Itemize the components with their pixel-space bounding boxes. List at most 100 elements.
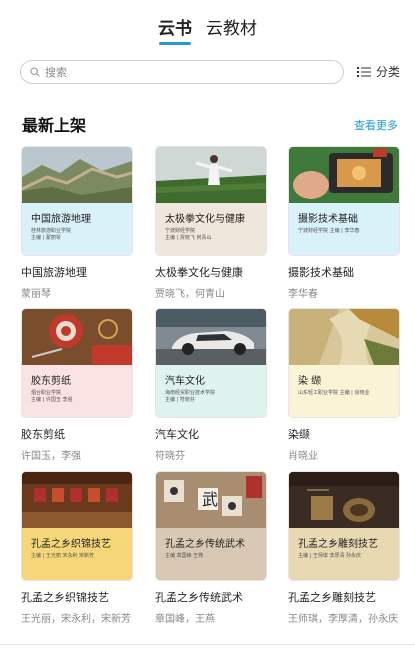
cover-title: 孔孟之乡传统武术 [165, 539, 245, 550]
top-tabs: 云书 云教材 [0, 12, 415, 46]
book-card[interactable]: 染 缬山东轻工职业学院 主编 | 肖晓业染缬肖晓业 [288, 308, 400, 462]
book-cover[interactable]: 胶东剪纸烟台职业学院 主编 | 许国玉 李强 [21, 308, 133, 418]
book-author: 李华春 [288, 289, 318, 300]
book-title[interactable]: 摄影技术基础 [288, 264, 400, 280]
book-author: 王师琪，李厚清，孙永庆 [288, 614, 398, 625]
cover-title-band: 孔孟之乡传统武术主编 章国峰 王燕 [156, 528, 266, 580]
cover-title: 汽车文化 [165, 376, 205, 387]
section-title: 最新上架 [22, 116, 87, 135]
tab-yunshu[interactable]: 云书 [158, 12, 192, 46]
book-cover[interactable]: 孔孟之乡织锦技艺主编 | 王光丽 宋永利 宋新芳 [21, 471, 133, 581]
cover-subtitle-line: 烟台职业学院 [31, 390, 62, 396]
car-photo [156, 309, 266, 365]
search-icon [30, 67, 40, 77]
category-button[interactable]: 分类 [357, 63, 400, 80]
book-card[interactable]: 中国旅游地理 桂林旅游职业学院 主编 | 蒙丽琴 中国旅游地理 蒙丽琴 [21, 146, 133, 300]
search-input[interactable]: 搜索 [20, 60, 344, 84]
cover-title: 摄影技术基础 [298, 214, 358, 225]
book-card[interactable]: 太极拳文化与健康 宁波财经学院 主编 | 贾晓飞 何青山 太极拳文化与健康 贾晓飞，何青… [155, 146, 267, 300]
category-label: 分类 [376, 65, 401, 79]
book-cover[interactable]: 中国旅游地理 桂林旅游职业学院 主编 | 蒙丽琴 [21, 146, 133, 256]
book-title[interactable]: 汽车文化 [155, 426, 267, 442]
tai-chi-photo [156, 147, 266, 203]
book-author: 章国峰，王燕 [155, 614, 215, 625]
book-author: 王光丽，宋永利，宋新芳 [21, 614, 131, 625]
search-placeholder: 搜索 [45, 66, 67, 79]
cover-subtitle-line: 主编 章国峰 王燕 [165, 553, 204, 559]
section-header: 最新上架 查看更多 [22, 112, 400, 136]
list-icon [357, 66, 371, 77]
cover-subtitle: 桂林旅游职业学院 主编 | 蒙丽琴 [31, 228, 71, 242]
cover-title: 染 缬 [298, 376, 322, 387]
book-title[interactable]: 中国旅游地理 [21, 264, 133, 280]
book-title[interactable]: 孔孟之乡雕刻技艺 [288, 589, 400, 605]
book-author: 蒙丽琴 [21, 289, 51, 300]
cover-title-band: 染 缬山东轻工职业学院 主编 | 肖晓业 [289, 365, 399, 417]
bottom-divider [0, 644, 415, 645]
book-card[interactable]: 孔孟之乡雕刻技艺 主编 | 王师琪 李厚清 孙永庆 孔孟之乡雕刻技艺 王师琪，李厚清，… [288, 471, 400, 625]
cover-subtitle-line: 宁波财经学院 [165, 228, 196, 234]
book-author: 许国玉，李强 [21, 451, 81, 462]
cover-title-band: 摄影技术基础宁波财经学院 主编 | 李华春 [289, 203, 399, 255]
book-cover[interactable]: 武孔孟之乡传统武术主编 章国峰 王燕 [155, 471, 267, 581]
cover-subtitle-line: 主编 | 符晓芬 [165, 397, 195, 403]
cover-title: 太极拳文化与健康 [165, 214, 245, 225]
cover-subtitle: 海南经贸职业技术学院 主编 | 符晓芬 [165, 390, 215, 404]
cover-subtitle: 主编 | 王光丽 宋永利 宋新芳 [31, 553, 94, 560]
see-more-link[interactable]: 查看更多 [354, 117, 398, 133]
cover-title-band: 孔孟之乡雕刻技艺主编 | 王师琪 李厚清 孙永庆 [289, 528, 399, 580]
cover-subtitle-line: 主编 | 王光丽 宋永利 宋新芳 [31, 553, 95, 559]
cover-subtitle-line: 桂林旅游职业学院 [31, 228, 72, 234]
cover-title: 中国旅游地理 [31, 214, 91, 225]
cover-title-band: 汽车文化海南经贸职业技术学院 主编 | 符晓芬 [156, 365, 266, 417]
cover-title: 孔孟之乡织锦技艺 [31, 539, 111, 550]
carving-photo [289, 472, 399, 528]
book-author: 符晓芬 [155, 451, 185, 462]
book-title[interactable]: 太极拳文化与健康 [155, 264, 267, 280]
great-wall-photo [22, 147, 132, 203]
book-card[interactable]: 武孔孟之乡传统武术 主编 章国峰 王燕 孔孟之乡传统武术 章国峰，王燕 [155, 471, 267, 625]
tab-yunjiaocai[interactable]: 云教材 [206, 12, 257, 46]
cover-title: 胶东剪纸 [31, 376, 71, 387]
cover-subtitle-line: 主编 | 许国玉 李强 [31, 397, 73, 403]
book-title[interactable]: 染缬 [288, 426, 400, 442]
cover-subtitle-line: 主编 | 蒙丽琴 [31, 235, 61, 241]
brocade-photo [22, 472, 132, 528]
book-author: 肖晓业 [288, 451, 318, 462]
book-title[interactable]: 孔孟之乡织锦技艺 [21, 589, 133, 605]
dyed-fabric-photo [289, 309, 399, 365]
book-title[interactable]: 孔孟之乡传统武术 [155, 589, 267, 605]
book-author: 贾晓飞，何青山 [155, 289, 225, 300]
book-cover[interactable]: 太极拳文化与健康 宁波财经学院 主编 | 贾晓飞 何青山 [155, 146, 267, 256]
book-cover[interactable]: 孔孟之乡雕刻技艺主编 | 王师琪 李厚清 孙永庆 [288, 471, 400, 581]
book-cover[interactable]: 染 缬山东轻工职业学院 主编 | 肖晓业 [288, 308, 400, 418]
cover-subtitle: 宁波财经学院 主编 | 李华春 [298, 228, 359, 235]
svg-text:武: 武 [202, 490, 218, 509]
book-card[interactable]: 摄影技术基础 宁波财经学院 主编 | 李华春 摄影技术基础 李华春 [288, 146, 400, 300]
cover-subtitle-line: 主编 | 贾晓飞 何青山 [165, 235, 212, 241]
cover-title: 孔孟之乡雕刻技艺 [298, 539, 378, 550]
paper-cut-photo [22, 309, 132, 365]
cover-title-band: 孔孟之乡织锦技艺主编 | 王光丽 宋永利 宋新芳 [22, 528, 132, 580]
cover-title-band: 太极拳文化与健康 宁波财经学院 主编 | 贾晓飞 何青山 [156, 203, 266, 255]
search-row: 搜索 分类 [20, 60, 400, 84]
cover-subtitle-line: 山东轻工职业学院 主编 | 肖晓业 [298, 390, 370, 396]
cover-subtitle-line: 海南经贸职业技术学院 [165, 390, 216, 396]
cover-title-band: 胶东剪纸烟台职业学院 主编 | 许国玉 李强 [22, 365, 132, 417]
cover-subtitle-line: 宁波财经学院 主编 | 李华春 [298, 228, 360, 234]
book-cover[interactable]: 汽车文化海南经贸职业技术学院 主编 | 符晓芬 [155, 308, 267, 418]
cover-subtitle: 宁波财经学院 主编 | 贾晓飞 何青山 [165, 228, 211, 242]
cover-subtitle: 主编 | 王师琪 李厚清 孙永庆 [298, 553, 361, 560]
martial-arts-photo: 武 [156, 472, 266, 528]
cover-subtitle: 山东轻工职业学院 主编 | 肖晓业 [298, 390, 369, 397]
cover-subtitle-line: 主编 | 王师琪 李厚清 孙永庆 [298, 553, 362, 559]
cover-subtitle: 烟台职业学院 主编 | 许国玉 李强 [31, 390, 72, 404]
book-card[interactable]: 汽车文化 海南经贸职业技术学院 主编 | 符晓芬 汽车文化 符晓芬 [155, 308, 267, 462]
book-title[interactable]: 胶东剪纸 [21, 426, 133, 442]
book-cover[interactable]: 摄影技术基础宁波财经学院 主编 | 李华春 [288, 146, 400, 256]
book-card[interactable]: 孔孟之乡织锦技艺 主编 | 王光丽 宋永利 宋新芳 孔孟之乡织锦技艺 王光丽，宋永利，… [21, 471, 133, 625]
camera-photo [289, 147, 399, 203]
cover-subtitle: 主编 章国峰 王燕 [165, 553, 203, 560]
book-card[interactable]: 胶东剪纸 烟台职业学院 主编 | 许国玉 李强 胶东剪纸 许国玉，李强 [21, 308, 133, 462]
cover-title-band: 中国旅游地理 桂林旅游职业学院 主编 | 蒙丽琴 [22, 203, 132, 255]
